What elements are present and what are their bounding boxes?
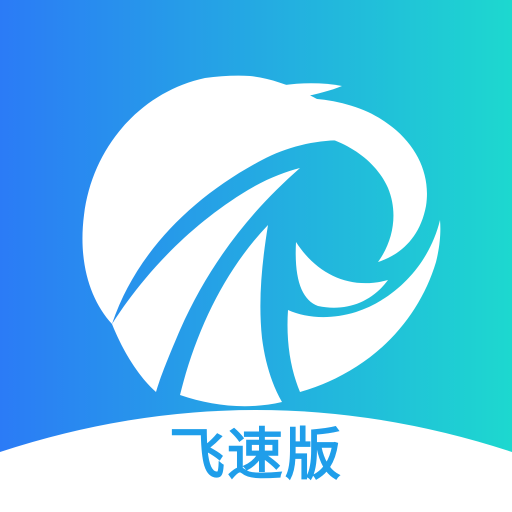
app-icon[interactable]: 飞速版	[0, 0, 512, 512]
app-icon-label: 飞速版	[169, 423, 343, 488]
